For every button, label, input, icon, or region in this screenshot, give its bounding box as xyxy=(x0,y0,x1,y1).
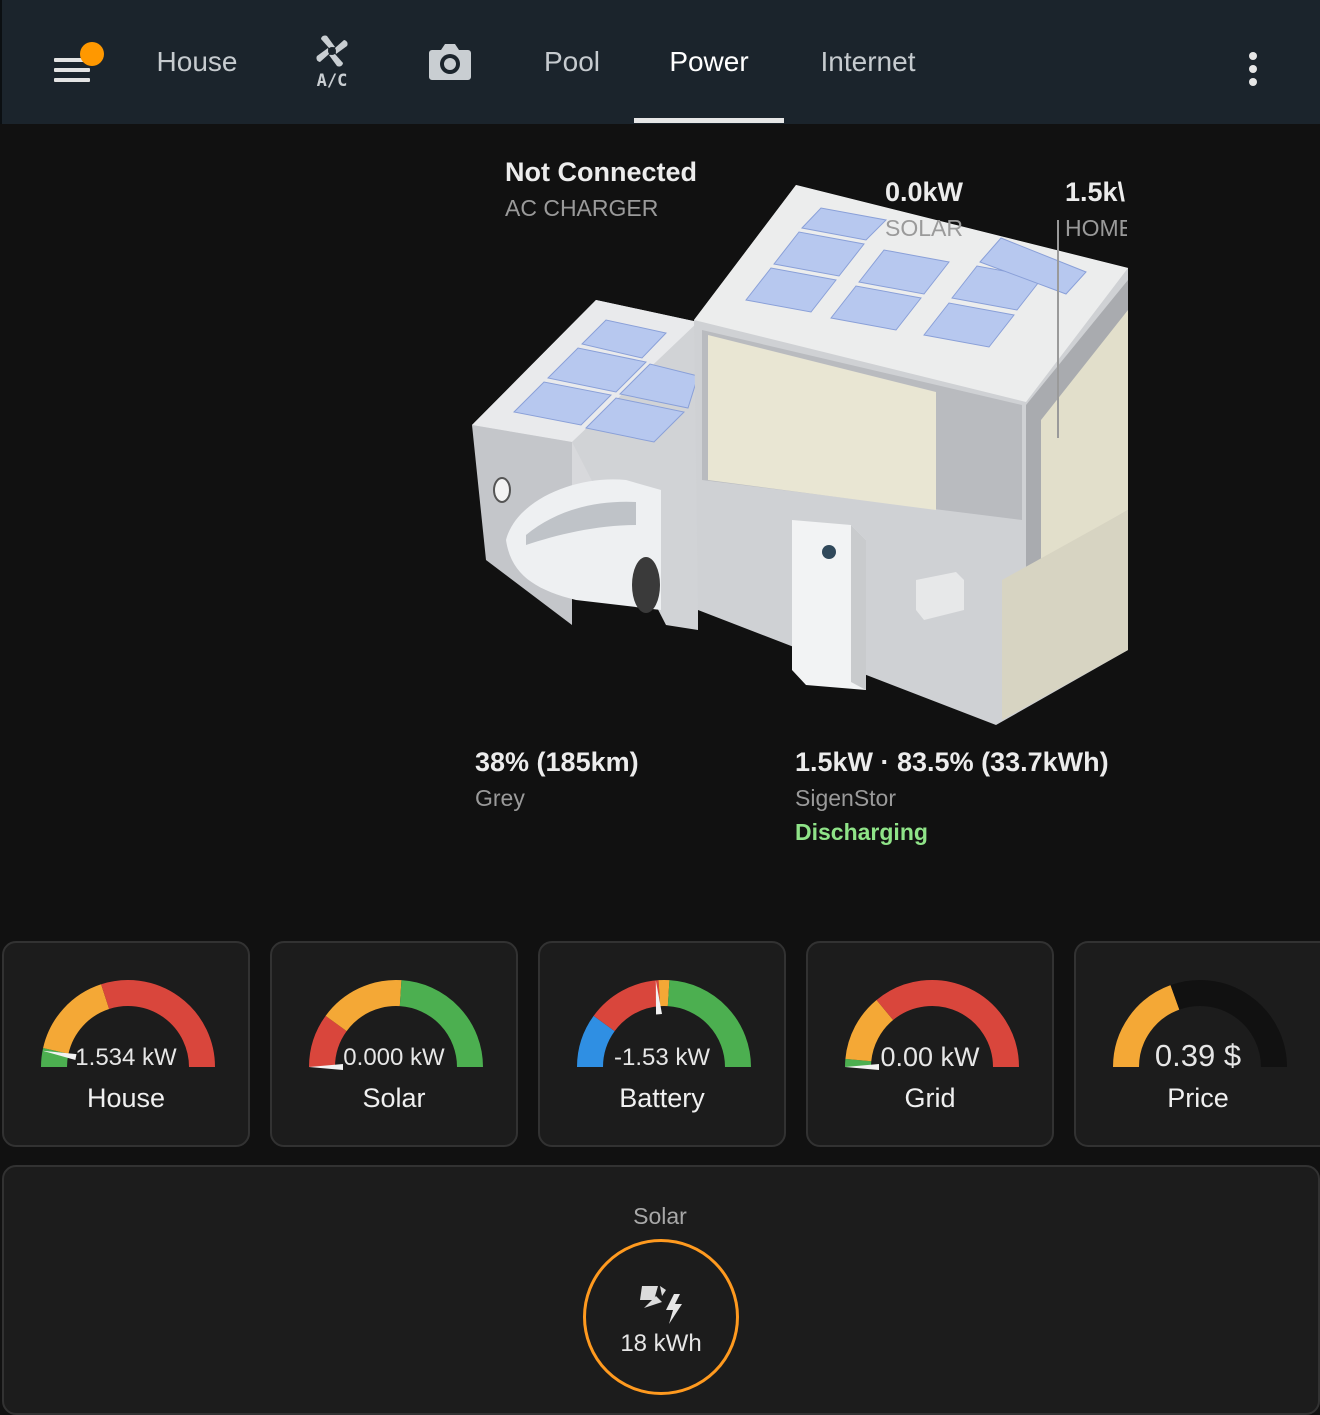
charger-label: AC CHARGER xyxy=(505,195,658,222)
charger-status: Not Connected xyxy=(505,157,697,188)
more-vert-icon-dot xyxy=(1249,65,1257,73)
car-name: Grey xyxy=(475,785,525,812)
top-app-bar: House A/C Pool Power Internet xyxy=(0,0,1320,124)
battery-name: SigenStor xyxy=(795,785,896,812)
menu-icon-line xyxy=(54,68,90,72)
tab-house[interactable]: House xyxy=(142,0,252,124)
tab-pool-label: Pool xyxy=(544,46,600,78)
gauge-battery-value: -1.53 kW xyxy=(538,1044,786,1072)
house-illustration xyxy=(466,180,1128,730)
tab-power[interactable]: Power xyxy=(634,0,784,124)
tab-internet[interactable]: Internet xyxy=(802,0,934,124)
gauge-house-segment xyxy=(56,997,105,1051)
gauge-battery-segment xyxy=(604,993,659,1023)
overflow-menu-button[interactable] xyxy=(1238,48,1268,90)
solar-energy-value: 18 kWh xyxy=(583,1330,739,1358)
fan-ac-icon: A/C xyxy=(307,34,357,90)
gauge-grid-value: 0.00 kW xyxy=(806,1042,1054,1073)
home-label: HOME xyxy=(1065,215,1127,242)
gauge-solar-segment xyxy=(336,993,401,1024)
gauge-solar-label: Solar xyxy=(270,1083,518,1114)
notification-dot xyxy=(80,42,104,66)
solar-label: SOLAR xyxy=(885,215,963,242)
camera-icon xyxy=(428,42,472,82)
ac-icon-text: A/C xyxy=(317,71,348,90)
more-vert-icon-dot xyxy=(1249,78,1257,86)
battery-status: Discharging xyxy=(795,819,928,846)
solar-card-title: Solar xyxy=(0,1203,1320,1230)
active-tab-indicator xyxy=(634,118,784,123)
gauge-price-value: 0.39 $ xyxy=(1074,1038,1320,1074)
gauge-battery-label: Battery xyxy=(538,1083,786,1114)
battery-value: 1.5kW · 83.5% (33.7kWh) xyxy=(795,747,1109,778)
car-charge-value: 38% (185km) xyxy=(475,747,639,778)
more-vert-icon xyxy=(1249,52,1257,60)
home-clip: 1.5k\ HOME xyxy=(1065,170,1127,250)
tab-power-label: Power xyxy=(669,46,748,78)
gauge-price-label: Price xyxy=(1074,1083,1320,1114)
gauge-house-value: 1.534 kW xyxy=(2,1044,250,1072)
solar-power-icon xyxy=(638,1280,686,1326)
home-power-value: 1.5k\ xyxy=(1065,177,1125,208)
gauge-house-label: House xyxy=(2,1083,250,1114)
tab-house-label: House xyxy=(157,46,238,78)
tab-pool[interactable]: Pool xyxy=(522,0,622,124)
tab-camera[interactable] xyxy=(410,0,490,124)
tab-internet-label: Internet xyxy=(821,46,916,78)
tab-ac[interactable]: A/C xyxy=(292,0,372,124)
gauge-grid-label: Grid xyxy=(806,1083,1054,1114)
menu-icon-line xyxy=(54,78,90,82)
gauge-solar-value: 0.000 kW xyxy=(270,1044,518,1072)
solar-power-value: 0.0kW xyxy=(885,177,963,208)
